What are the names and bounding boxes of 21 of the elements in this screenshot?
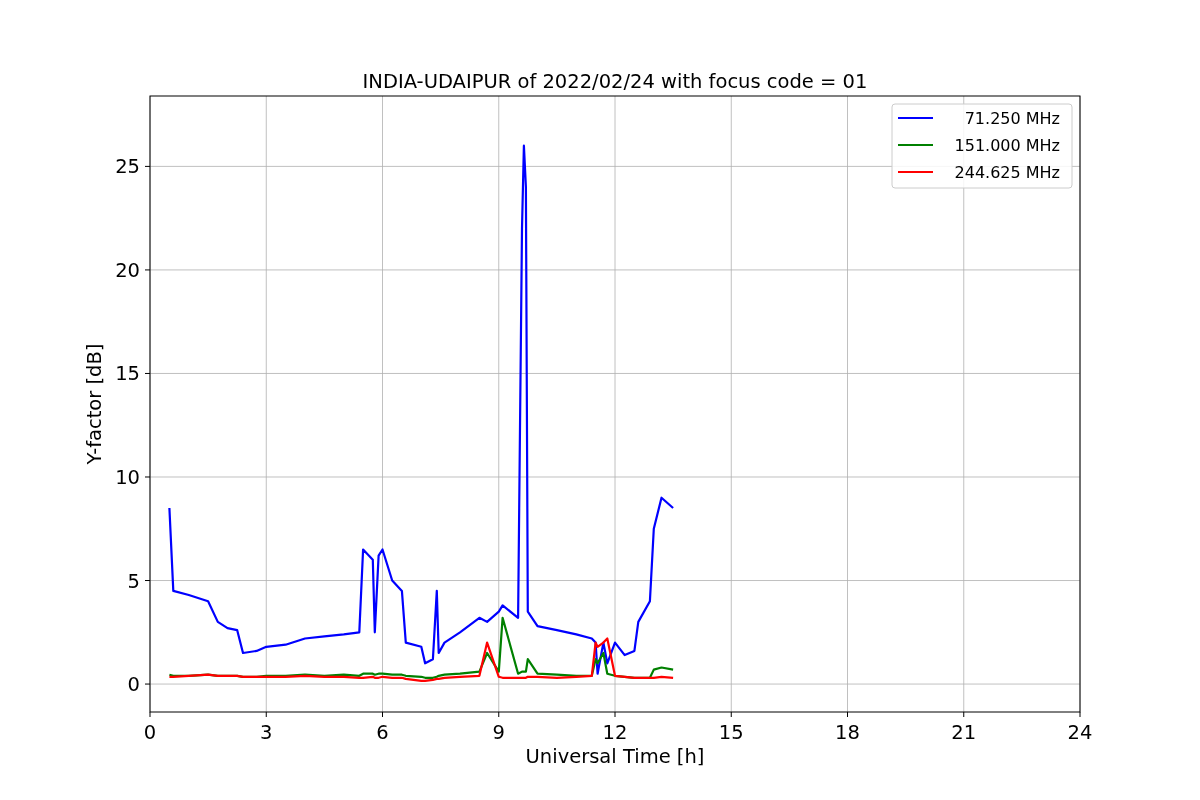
tick-label: 3 — [260, 721, 273, 744]
y-axis-label: Y-factor [dB] — [83, 343, 106, 465]
tick-label: 0 — [143, 721, 157, 744]
tick-label: 20 — [115, 258, 140, 282]
tick-label: 25 — [115, 155, 140, 179]
legend-label: 244.625 MHz — [954, 163, 1060, 182]
tick-label: 24 — [1067, 721, 1093, 744]
tick-label: 12 — [602, 721, 628, 744]
tick-label: 15 — [718, 721, 744, 744]
tick-label: 15 — [115, 362, 140, 386]
x-axis-label: Universal Time [h] — [525, 745, 705, 768]
tick-label: 21 — [951, 721, 977, 744]
tick-label: 5 — [127, 569, 140, 593]
tick-label: 0 — [127, 673, 140, 697]
legend-label: 151.000 MHz — [954, 136, 1060, 155]
legend-label: 71.250 MHz — [964, 109, 1060, 128]
chart-title: INDIA-UDAIPUR of 2022/02/24 with focus code = 01 — [362, 70, 868, 93]
tick-label: 18 — [835, 721, 860, 744]
tick-label: 6 — [376, 721, 389, 744]
tick-label: 10 — [115, 466, 140, 489]
tick-label: 9 — [492, 721, 505, 744]
